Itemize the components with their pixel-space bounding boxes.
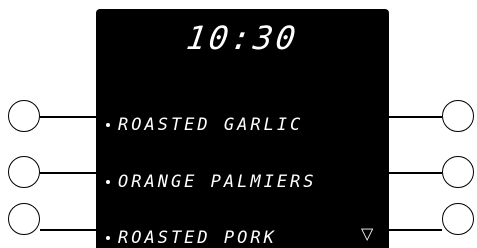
left-key-connector	[40, 116, 96, 118]
bullet-icon	[106, 123, 110, 127]
menu-item-roasted-garlic[interactable]: ROASTED GARLIC	[106, 115, 303, 135]
right-key-connector	[389, 116, 442, 118]
right-soft-key-2[interactable]	[442, 156, 474, 188]
display-panel: 10:30 ROASTED GARLIC ORANGE PALMIERS ROA…	[96, 9, 389, 248]
bullet-icon	[106, 180, 110, 184]
scroll-down-icon[interactable]: ▽	[361, 224, 373, 243]
left-soft-key-3[interactable]	[8, 203, 40, 235]
menu-item-roasted-pork[interactable]: ROASTED PORK	[106, 228, 277, 248]
left-soft-key-1[interactable]	[8, 100, 40, 132]
left-key-connector	[40, 172, 96, 174]
right-soft-key-1[interactable]	[442, 100, 474, 132]
right-soft-key-3[interactable]	[442, 203, 474, 235]
menu-item-label: ORANGE PALMIERS	[118, 172, 317, 192]
right-key-connector	[389, 172, 442, 174]
left-soft-key-2[interactable]	[8, 156, 40, 188]
bullet-icon	[106, 236, 110, 240]
right-key-connector	[389, 229, 442, 231]
clock-time: 10:30	[184, 19, 301, 57]
menu-item-label: ROASTED PORK	[118, 228, 277, 248]
menu-item-orange-palmiers[interactable]: ORANGE PALMIERS	[106, 172, 317, 192]
left-key-connector	[40, 229, 96, 231]
menu-item-label: ROASTED GARLIC	[118, 115, 304, 135]
